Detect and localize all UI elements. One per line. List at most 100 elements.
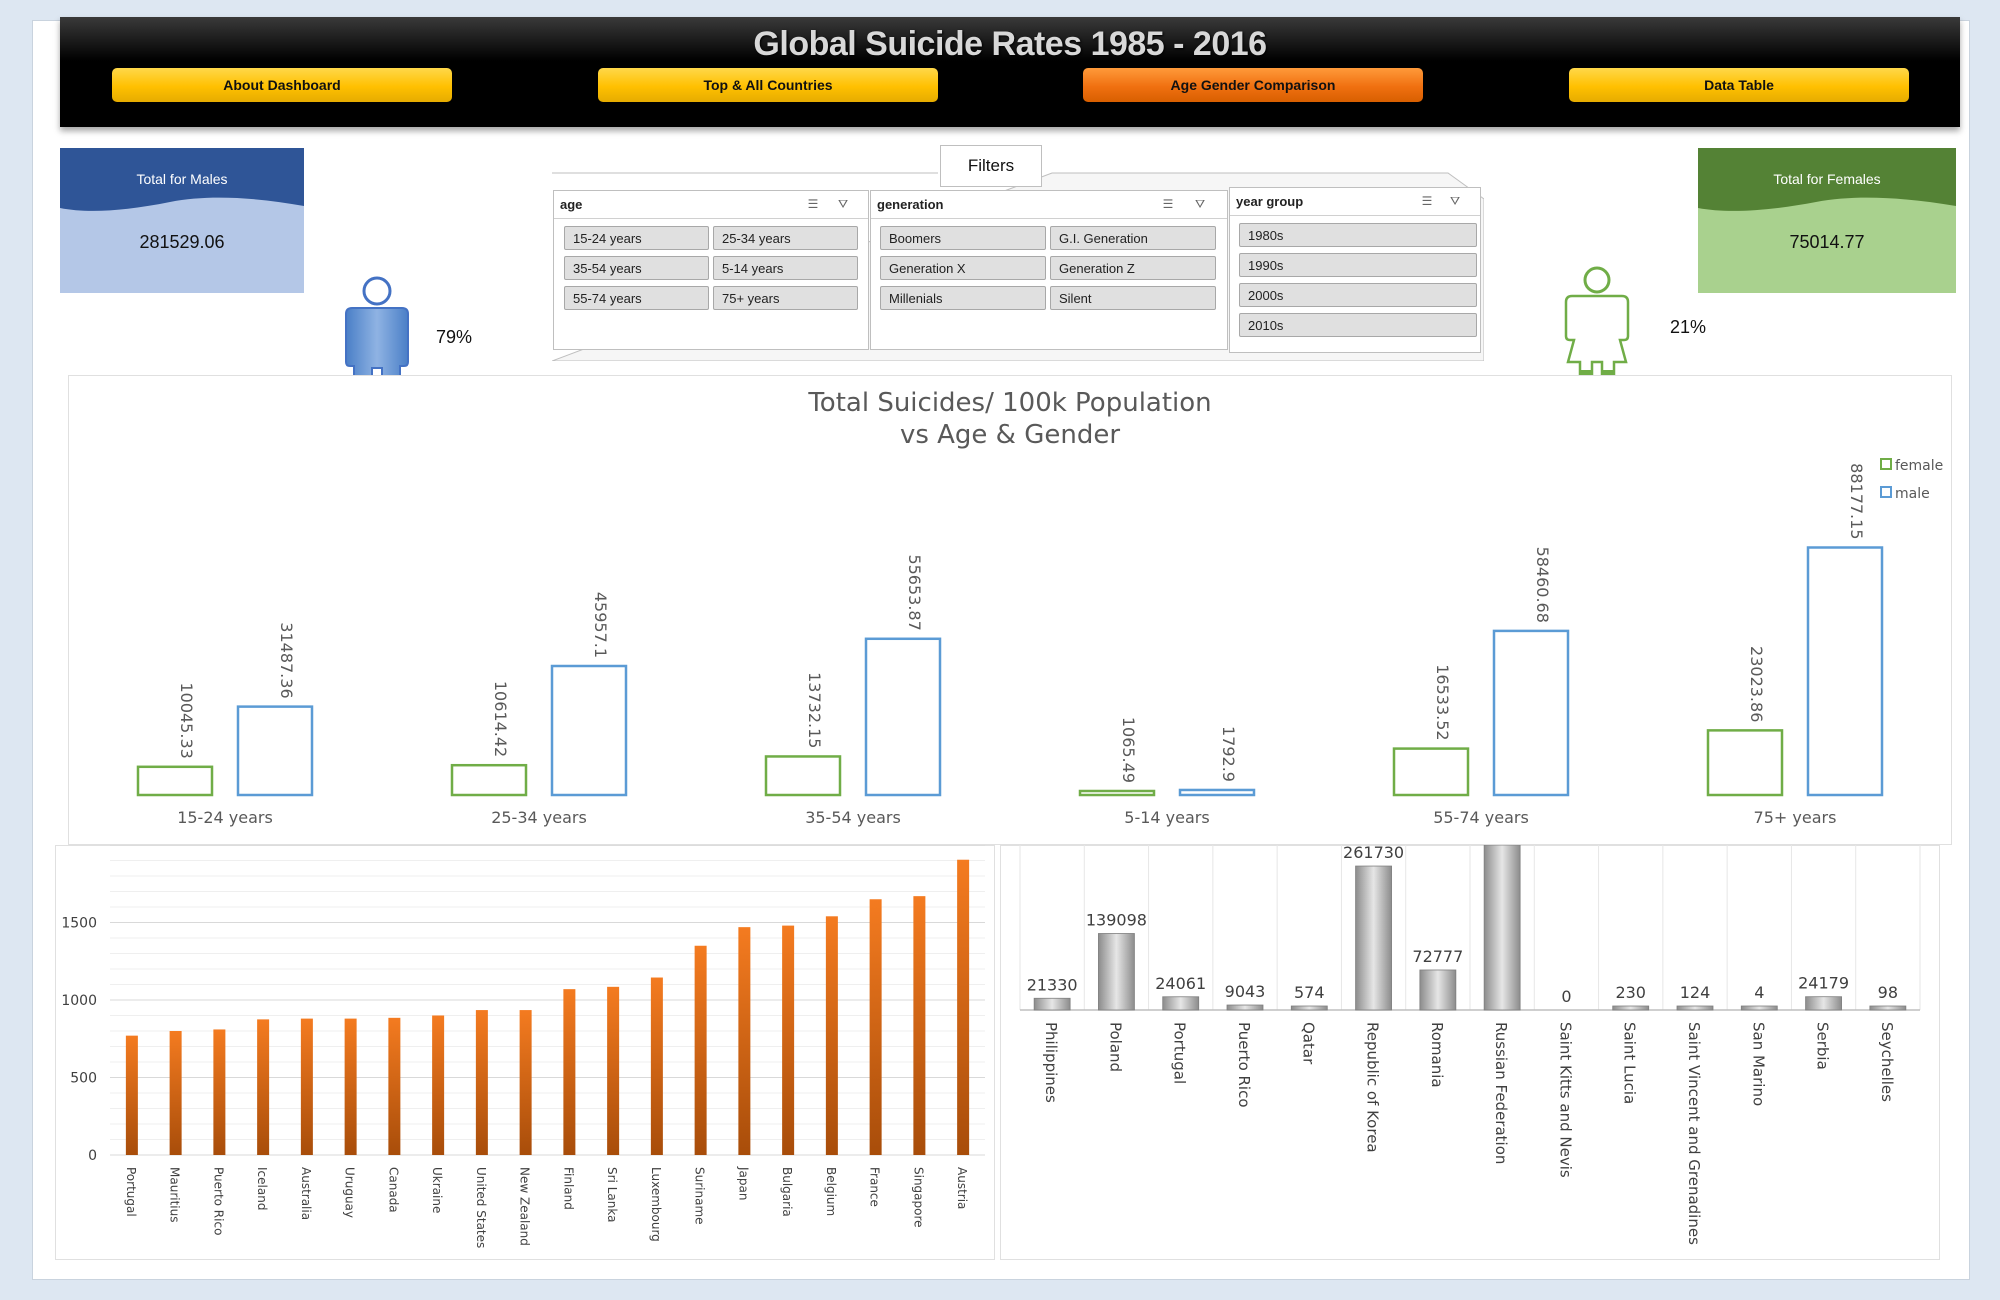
males-percent: 79% bbox=[436, 327, 473, 347]
bar-male bbox=[864, 637, 942, 797]
category-label: Philippines bbox=[1042, 1022, 1060, 1103]
legend-swatch bbox=[1880, 486, 1892, 498]
category-label: 55-74 years bbox=[1433, 808, 1529, 827]
data-label: 4 bbox=[1754, 983, 1764, 1002]
category-label: Portugal bbox=[1171, 1022, 1189, 1084]
data-label: 98 bbox=[1878, 983, 1898, 1002]
bar-male bbox=[1492, 629, 1570, 797]
clear-filter-icon[interactable]: ⛛ bbox=[834, 197, 852, 211]
age-gender-chart: Total Suicides/ 100k Population vs Age &… bbox=[68, 375, 1952, 845]
age-chip[interactable]: 75+ years bbox=[713, 286, 858, 310]
year-group-chip[interactable]: 2010s bbox=[1239, 313, 1477, 337]
age-chip[interactable]: 5-14 years bbox=[713, 256, 858, 280]
bar bbox=[300, 1018, 313, 1155]
about-dashboard-button[interactable]: About Dashboard bbox=[112, 68, 452, 102]
category-label: Belgium bbox=[824, 1167, 838, 1216]
category-label: Suriname bbox=[693, 1167, 707, 1225]
year-group-chip[interactable]: 1980s bbox=[1239, 223, 1477, 247]
legend-swatch bbox=[1880, 458, 1892, 470]
bar bbox=[694, 945, 707, 1155]
category-label: Ukraine bbox=[430, 1167, 444, 1213]
bar bbox=[519, 1010, 532, 1155]
age-gender-comparison-button[interactable]: Age Gender Comparison bbox=[1083, 68, 1423, 102]
data-label: 45957.1 bbox=[591, 592, 610, 658]
category-label: San Marino bbox=[1749, 1022, 1767, 1106]
category-label: 75+ years bbox=[1754, 808, 1837, 827]
data-label: 139098 bbox=[1086, 910, 1147, 929]
year-group-chip[interactable]: 2000s bbox=[1239, 283, 1477, 307]
bar-male bbox=[550, 664, 628, 797]
data-label: 58460.68 bbox=[1533, 547, 1552, 623]
bar bbox=[1033, 997, 1071, 1011]
category-label: France bbox=[868, 1167, 882, 1207]
generation-chip[interactable]: Silent bbox=[1050, 286, 1216, 310]
generation-slicer-header: generation bbox=[877, 197, 944, 212]
clear-filter-icon[interactable]: ⛛ bbox=[1446, 194, 1464, 208]
bar bbox=[607, 986, 620, 1155]
bar-female bbox=[450, 763, 528, 797]
data-label: 16533.52 bbox=[1433, 664, 1452, 740]
category-label: New Zealand bbox=[518, 1167, 532, 1246]
multi-select-icon[interactable]: ☰ bbox=[1418, 194, 1436, 208]
category-label: Australia bbox=[299, 1167, 313, 1220]
chart-title: Total Suicides/ 100k Population bbox=[807, 388, 1211, 418]
category-label: Singapore bbox=[911, 1167, 925, 1228]
generation-chip[interactable]: Millenials bbox=[880, 286, 1046, 310]
bar bbox=[1355, 865, 1392, 1011]
category-label: Iceland bbox=[255, 1167, 269, 1210]
generation-chip[interactable]: Boomers bbox=[880, 226, 1046, 250]
y-tick-label: 1500 bbox=[61, 916, 97, 932]
clear-filter-icon[interactable]: ⛛ bbox=[1191, 197, 1209, 211]
category-label: Sri Lanka bbox=[605, 1167, 619, 1222]
year-group-chip[interactable]: 1990s bbox=[1239, 253, 1477, 277]
page-title: Global Suicide Rates 1985 - 2016 bbox=[753, 25, 1267, 63]
multi-select-icon[interactable]: ☰ bbox=[804, 197, 822, 211]
age-chip[interactable]: 35-54 years bbox=[564, 256, 709, 280]
bar bbox=[738, 927, 751, 1155]
category-label: 5-14 years bbox=[1124, 808, 1209, 827]
data-label: 24061 bbox=[1155, 974, 1206, 993]
category-label: Russian Federation bbox=[1492, 1022, 1510, 1164]
age-chip[interactable]: 15-24 years bbox=[564, 226, 709, 250]
y-tick-label: 1000 bbox=[61, 993, 97, 1009]
females-kpi-card: Total for Females 75014.77 bbox=[1698, 148, 1956, 293]
y-tick-label: 0 bbox=[88, 1148, 97, 1164]
males-kpi-label: Total for Males bbox=[136, 171, 228, 187]
year-group-slicer: year group ☰ ⛛ 1980s 1990s 2000s 2010s bbox=[1229, 187, 1481, 353]
top-all-countries-button[interactable]: Top & All Countries bbox=[598, 68, 938, 102]
data-label: 10614.42 bbox=[491, 681, 510, 757]
generation-chip[interactable]: Generation X bbox=[880, 256, 1046, 280]
slicer-divider bbox=[1230, 215, 1480, 216]
generation-chip[interactable]: Generation Z bbox=[1050, 256, 1216, 280]
filters-panel: Filters age ☰ ⛛ 15-24 years 25-34 years … bbox=[552, 145, 1484, 361]
age-chip[interactable]: 25-34 years bbox=[713, 226, 858, 250]
header-bar: Global Suicide Rates 1985 - 2016 About D… bbox=[60, 17, 1960, 127]
category-label: Saint Kitts and Nevis bbox=[1556, 1022, 1574, 1178]
data-label: 1065.49 bbox=[1119, 717, 1138, 783]
category-label: Romania bbox=[1428, 1022, 1446, 1088]
category-label: Serbia bbox=[1814, 1022, 1832, 1070]
category-label: Saint Lucia bbox=[1621, 1022, 1639, 1104]
bar bbox=[475, 1010, 488, 1155]
generation-chip[interactable]: G.I. Generation bbox=[1050, 226, 1216, 250]
category-label: 35-54 years bbox=[805, 808, 901, 827]
multi-select-icon[interactable]: ☰ bbox=[1159, 197, 1177, 211]
data-label: 88177.15 bbox=[1847, 463, 1866, 539]
bar-female bbox=[1078, 789, 1156, 797]
category-label: Austria bbox=[955, 1167, 969, 1209]
category-label: Republic of Korea bbox=[1364, 1022, 1382, 1153]
slicer-divider bbox=[554, 218, 868, 219]
bar bbox=[1290, 1005, 1328, 1011]
bar bbox=[957, 859, 970, 1155]
category-label: Bulgaria bbox=[780, 1167, 794, 1217]
filters-title: Filters bbox=[940, 145, 1042, 187]
category-label: Japan bbox=[736, 1166, 750, 1200]
data-table-button[interactable]: Data Table bbox=[1569, 68, 1909, 102]
age-chip[interactable]: 55-74 years bbox=[564, 286, 709, 310]
category-label: Saint Vincent and Grenadines bbox=[1685, 1022, 1703, 1245]
age-slicer-header: age bbox=[560, 197, 583, 212]
data-label: 574 bbox=[1294, 983, 1325, 1002]
category-label: Canada bbox=[386, 1167, 400, 1213]
bar-male bbox=[236, 705, 314, 797]
bar bbox=[913, 896, 926, 1155]
